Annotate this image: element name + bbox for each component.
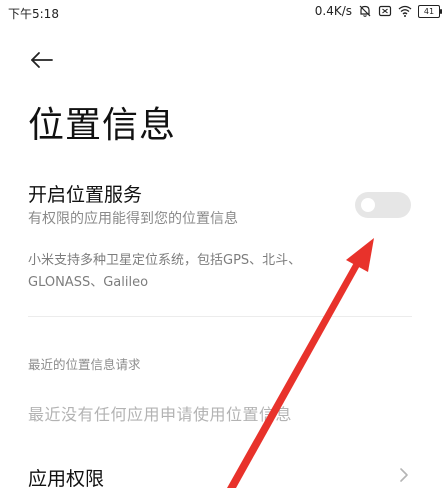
recent-requests-label: 最近的位置信息请求 — [28, 357, 141, 372]
page-title: 位置信息 — [28, 105, 177, 146]
location-service-subtitle: 有权限的应用能得到您的位置信息 — [28, 211, 238, 227]
location-service-row[interactable]: 开启位置服务 有权限的应用能得到您的位置信息 — [28, 180, 420, 230]
status-icons: 0.4K/s 41 — [314, 4, 442, 18]
location-service-title: 开启位置服务 — [28, 184, 143, 206]
status-time: 下午5:18 — [8, 7, 59, 21]
gnss-description-line1: 小米支持多种卫星定位系统，包括GPS、北斗、 — [28, 253, 302, 268]
divider — [28, 316, 412, 317]
app-permissions-label: 应用权限 — [28, 468, 105, 490]
notification-box-icon — [378, 4, 392, 18]
back-button[interactable] — [26, 46, 56, 74]
app-permissions-row[interactable]: 应用权限 — [0, 450, 448, 494]
toggle-knob — [361, 198, 375, 212]
status-bar: 下午5:18 0.4K/s 41 — [0, 0, 448, 26]
gnss-description-line2: GLONASS、Galileo — [28, 275, 149, 290]
chevron-right-icon — [400, 468, 408, 482]
wifi-icon — [398, 4, 412, 18]
gnss-description: 小米支持多种卫星定位系统，包括GPS、北斗、 GLONASS、Galileo — [28, 250, 368, 294]
network-speed: 0.4K/s — [314, 4, 352, 18]
battery-icon: 41 — [418, 4, 442, 18]
back-arrow-icon — [31, 52, 53, 68]
recent-requests-empty-text: 最近没有任何应用申请使用位置信息 — [28, 405, 293, 424]
mute-bell-icon — [358, 4, 372, 18]
location-service-toggle[interactable] — [355, 192, 411, 218]
